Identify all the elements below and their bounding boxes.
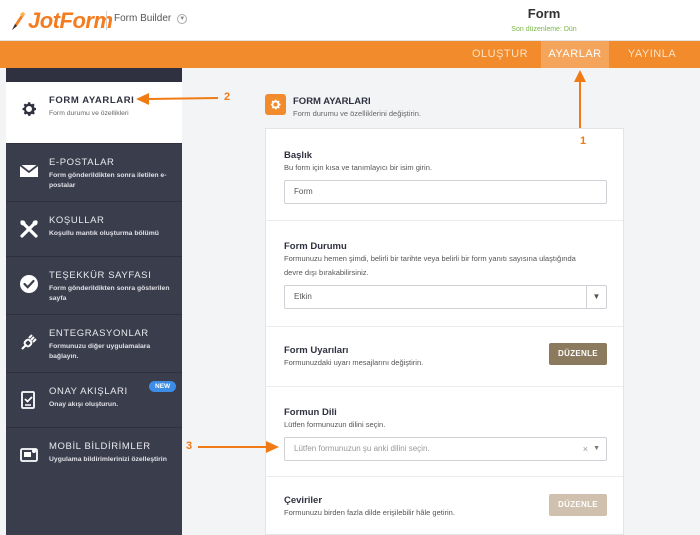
annotation-number-3: 3	[186, 440, 193, 452]
annotation-number-1: 1	[580, 135, 587, 147]
annotation-arrows	[136, 70, 586, 453]
annotation-number-2: 2	[224, 91, 231, 103]
